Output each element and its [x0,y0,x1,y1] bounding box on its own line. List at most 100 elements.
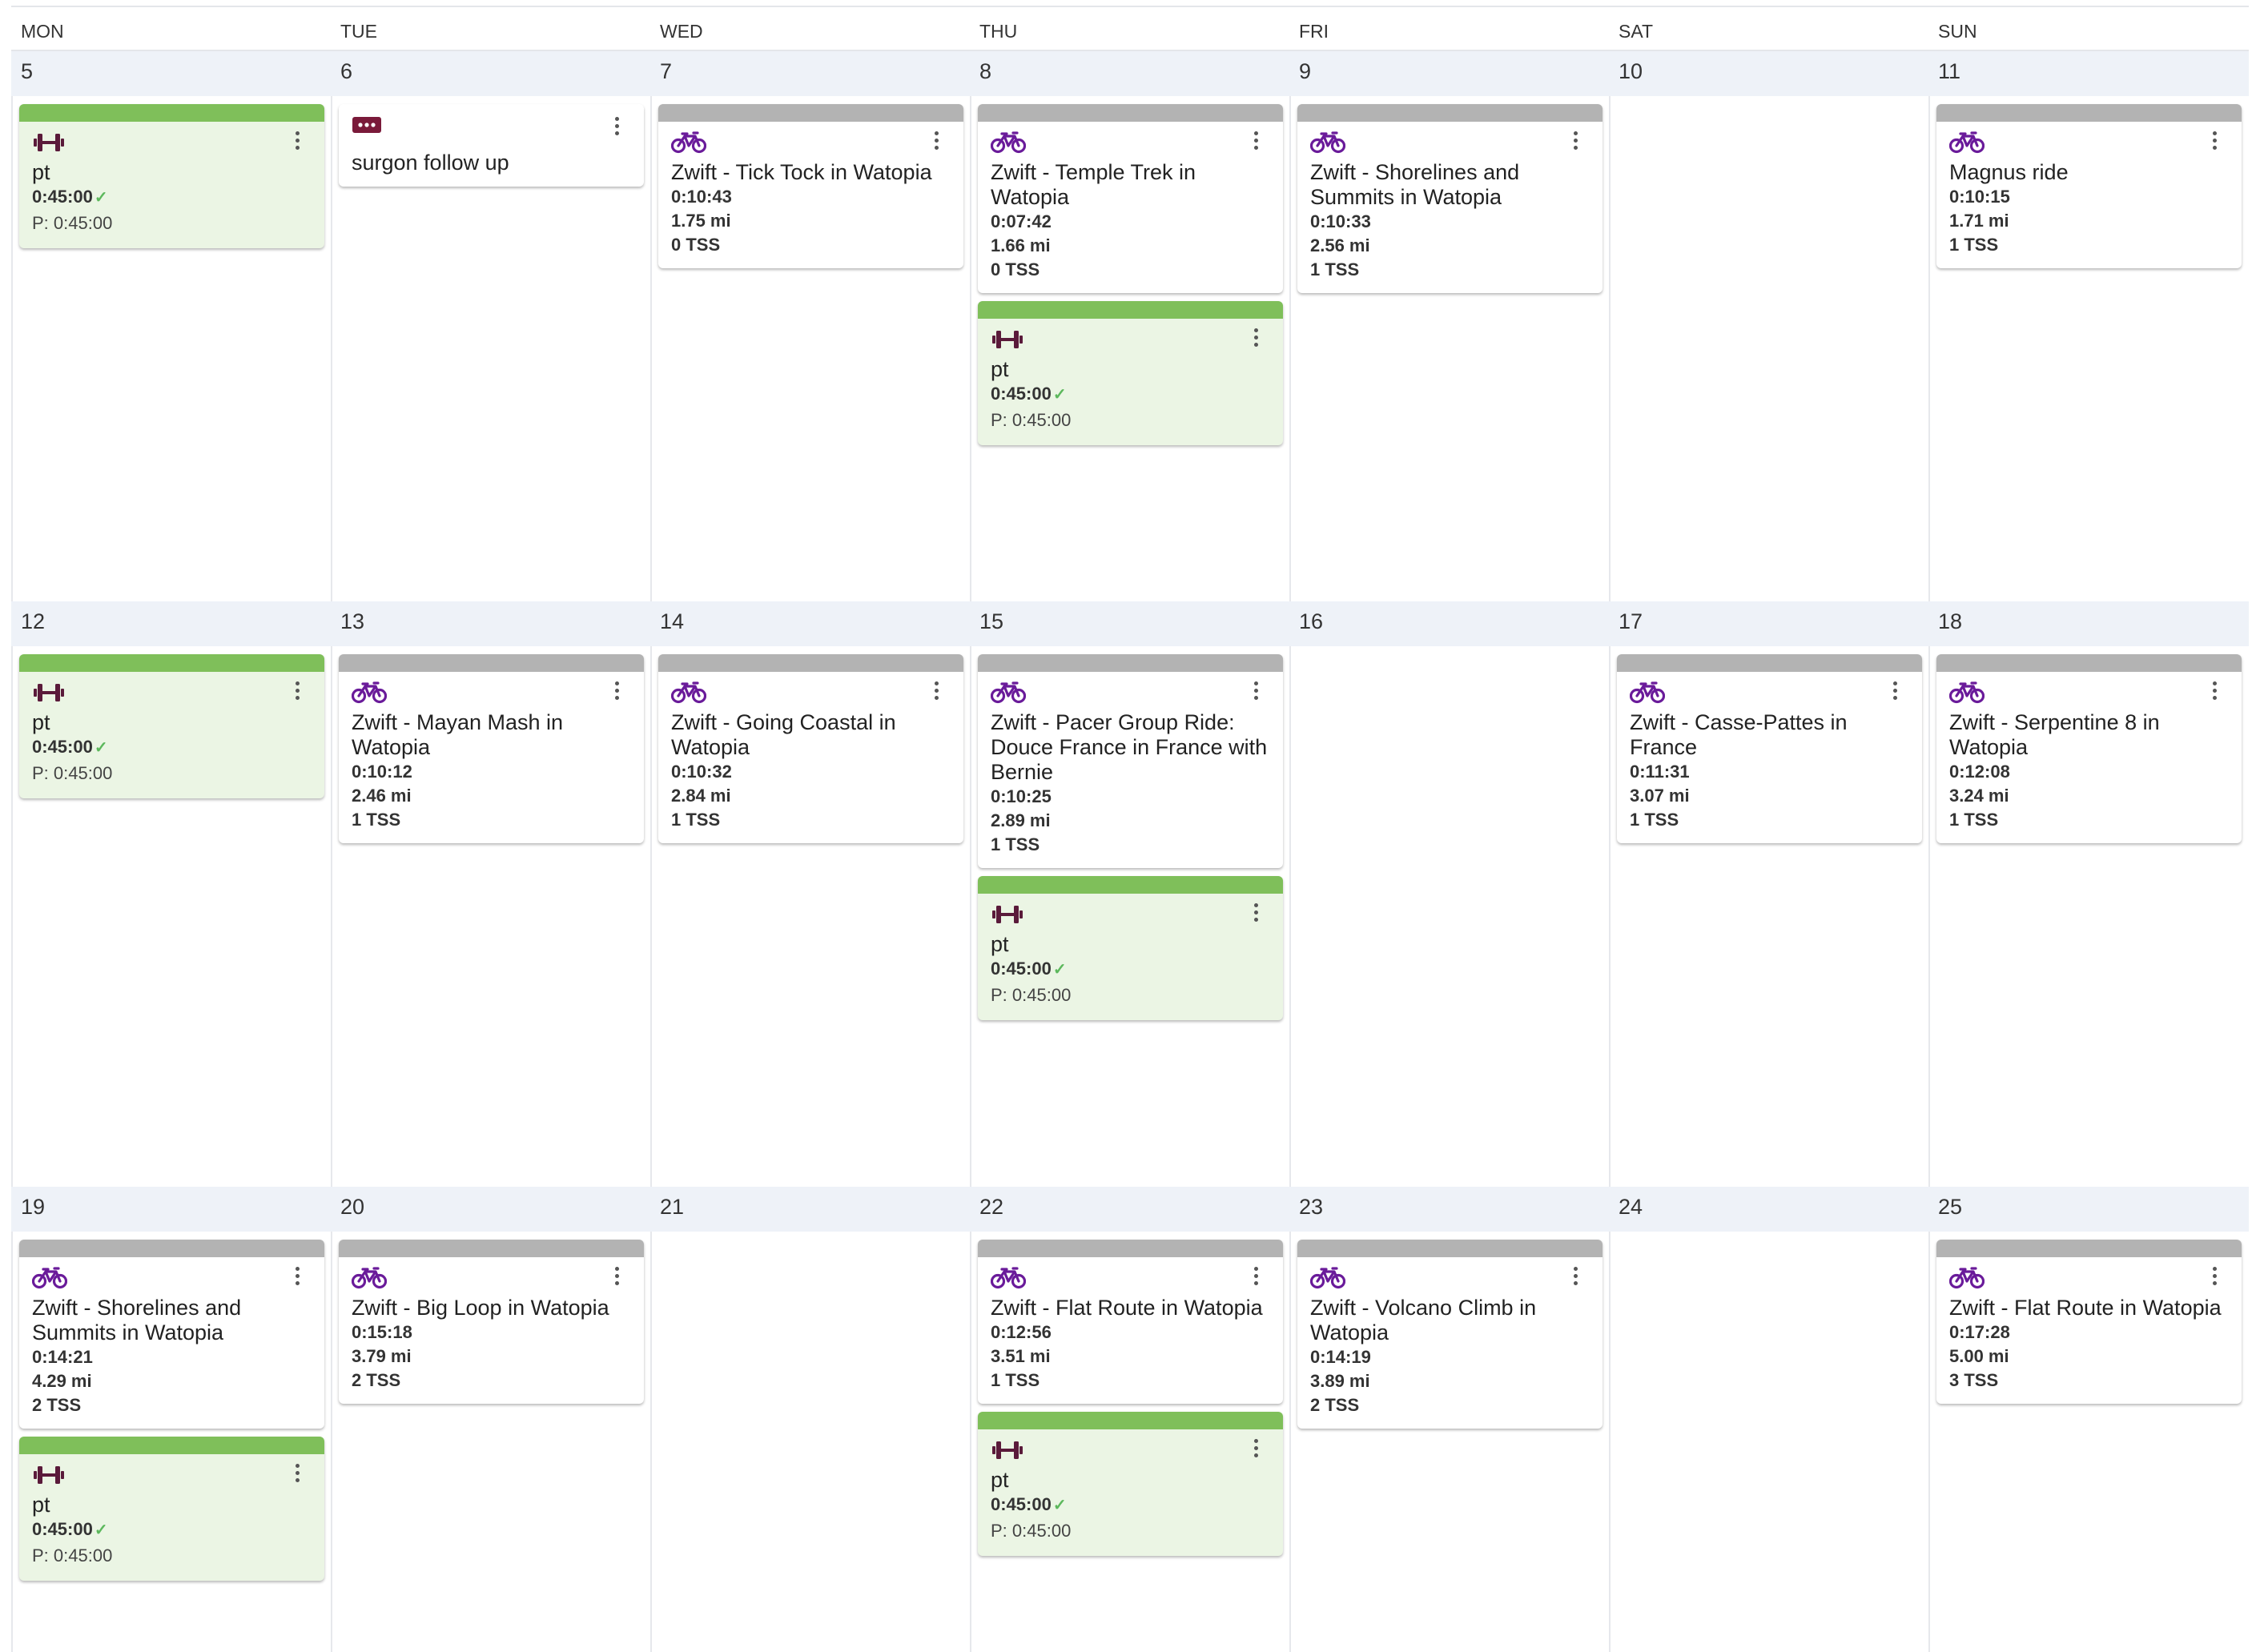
card-content: pt 0:45:00 ✓ P: 0:45:00 [19,122,324,248]
day-cell[interactable]: Zwift - Casse-Pattes in France 0:11:31 3.0… [1609,646,1928,1187]
day-cell[interactable]: Zwift - Mayan Mash in Watopia 0:10:12 2.46… [331,646,650,1187]
day-cell[interactable]: Zwift - Serpentine 8 in Watopia 0:12:08 3.… [1928,646,2248,1187]
day-cell[interactable]: Zwift - Shorelines and Summits in Watopi… [11,1232,331,1652]
workout-title: Zwift - Shorelines and Summits in Watopi… [1310,160,1520,209]
planned-duration: P: 0:45:00 [991,1521,1072,1541]
more-menu-icon[interactable] [1574,131,1578,152]
tss: 2 TSS [1310,1395,1360,1415]
day-cell[interactable]: Zwift - Volcano Climb in Watopia 0:14:19 3… [1289,1232,1609,1652]
more-menu-icon[interactable] [2213,681,2218,702]
duration: 0:10:25 [991,786,1052,806]
day-number: 5 [21,59,34,83]
note-card[interactable]: surgon follow up [339,104,644,187]
day-cell[interactable] [1609,96,1928,601]
day-number: 22 [979,1195,1004,1219]
day-cell[interactable]: Magnus ride 0:10:15 1.71 mi 1 TSS [1928,96,2248,601]
more-menu-icon[interactable] [1254,1267,1259,1288]
more-menu-icon[interactable] [615,1267,620,1288]
dumbbell-icon [32,131,312,155]
distance: 2.89 mi [991,810,1051,830]
day-cell[interactable]: Zwift - Tick Tock in Watopia 0:10:43 1.75 … [650,96,970,601]
workout-card[interactable]: Zwift - Flat Route in Watopia 0:12:56 3.51… [978,1240,1283,1404]
more-menu-icon[interactable] [615,117,620,138]
day-cell[interactable]: Zwift - Flat Route in Watopia 0:17:28 5.00… [1928,1232,2248,1652]
strength-card[interactable]: pt 0:45:00 ✓ P: 0:45:00 [19,1437,324,1581]
card-content: Zwift - Temple Trek in Watopia 0:07:42 1.6… [978,122,1283,293]
bike-icon [990,131,1270,155]
dumbbell-icon [991,1439,1270,1463]
strength-card[interactable]: pt 0:45:00 ✓ P: 0:45:00 [19,654,324,798]
day-cell[interactable] [1289,646,1609,1187]
day-cell[interactable]: Zwift - Pacer Group Ride: Douce France i… [970,646,1289,1187]
tss: 1 TSS [1630,810,1679,830]
distance: 4.29 mi [32,1371,92,1391]
day-cell[interactable]: Zwift - Shorelines and Summits in Watopi… [1289,96,1609,601]
day-cell[interactable]: Zwift - Going Coastal in Watopia 0:10:32 2… [650,646,970,1187]
more-menu-icon[interactable] [1893,681,1898,702]
strength-card[interactable]: pt 0:45:00 ✓ P: 0:45:00 [978,301,1283,445]
more-menu-icon[interactable] [2213,1267,2218,1288]
workout-card[interactable]: Zwift - Casse-Pattes in France 0:11:31 3.0… [1617,654,1922,843]
status-bar [19,654,324,672]
tss: 1 TSS [991,834,1040,854]
duration: 0:45:00 [32,737,93,757]
more-menu-icon[interactable] [296,131,300,152]
check-icon: ✓ [94,1521,108,1539]
day-cell[interactable]: surgon follow up [331,96,650,601]
duration: 0:45:00 [991,959,1052,979]
strength-card[interactable]: pt 0:45:00 ✓ P: 0:45:00 [978,876,1283,1020]
day-cell[interactable]: pt 0:45:00 ✓ P: 0:45:00 [11,646,331,1187]
workout-card[interactable]: Zwift - Mayan Mash in Watopia 0:10:12 2.46… [339,654,644,843]
more-menu-icon[interactable] [1254,1439,1259,1460]
more-menu-icon[interactable] [935,681,939,702]
distance: 3.24 mi [1949,786,2009,806]
workout-title: Zwift - Flat Route in Watopia [1949,1296,2222,1320]
workout-card[interactable]: Magnus ride 0:10:15 1.71 mi 1 TSS [1936,104,2242,268]
more-menu-icon[interactable] [935,131,939,152]
workout-title: Zwift - Shorelines and Summits in Watopi… [32,1296,242,1345]
day-cell[interactable] [650,1232,970,1652]
tss: 2 TSS [352,1370,401,1390]
workout-card[interactable]: Zwift - Big Loop in Watopia 0:15:18 3.79 m… [339,1240,644,1404]
strength-card[interactable]: pt 0:45:00 ✓ P: 0:45:00 [978,1412,1283,1556]
more-menu-icon[interactable] [615,681,620,702]
workout-card[interactable]: Zwift - Shorelines and Summits in Watopi… [1297,104,1603,293]
workout-card[interactable]: Zwift - Pacer Group Ride: Douce France i… [978,654,1283,868]
bike-icon [1948,131,2229,155]
workout-card[interactable]: Zwift - Going Coastal in Watopia 0:10:32 2… [658,654,963,843]
status-bar [1936,654,2242,672]
weekday-label: MON [21,21,64,42]
more-menu-icon[interactable] [1254,681,1259,702]
day-cell[interactable]: Zwift - Flat Route in Watopia 0:12:56 3.51… [970,1232,1289,1652]
more-menu-icon[interactable] [296,1267,300,1288]
weekday-label: WED [660,21,703,42]
duration: 0:11:31 [1630,762,1690,782]
more-menu-icon[interactable] [1254,131,1259,152]
workout-card[interactable]: Zwift - Volcano Climb in Watopia 0:14:19 3… [1297,1240,1603,1429]
workout-card[interactable]: Zwift - Tick Tock in Watopia 0:10:43 1.75 … [658,104,963,268]
workout-card[interactable]: Zwift - Flat Route in Watopia 0:17:28 5.00… [1936,1240,2242,1404]
card-content: Zwift - Casse-Pattes in France 0:11:31 3.0… [1617,672,1922,843]
day-number: 20 [340,1195,365,1219]
card-content: Zwift - Shorelines and Summits in Watopi… [1297,122,1603,293]
planned-duration: P: 0:45:00 [32,763,113,783]
day-cell[interactable]: pt 0:45:00 ✓ P: 0:45:00 [11,96,331,601]
workout-card[interactable]: Zwift - Serpentine 8 in Watopia 0:12:08 3.… [1936,654,2242,843]
duration: 0:10:12 [352,762,412,782]
more-menu-icon[interactable] [1254,328,1259,349]
more-menu-icon[interactable] [296,1464,300,1485]
more-menu-icon[interactable] [1254,903,1259,924]
bike-icon [1629,681,1909,705]
strength-card[interactable]: pt 0:45:00 ✓ P: 0:45:00 [19,104,324,248]
day-cell[interactable]: Zwift - Temple Trek in Watopia 0:07:42 1.6… [970,96,1289,601]
workout-card[interactable]: Zwift - Temple Trek in Watopia 0:07:42 1.6… [978,104,1283,293]
day-cell[interactable]: Zwift - Big Loop in Watopia 0:15:18 3.79 m… [331,1232,650,1652]
day-cell[interactable] [1609,1232,1928,1652]
more-menu-icon[interactable] [1574,1267,1578,1288]
workout-card[interactable]: Zwift - Shorelines and Summits in Watopi… [19,1240,324,1429]
day-number: 16 [1299,609,1324,633]
day-number: 6 [340,59,353,83]
more-menu-icon[interactable] [296,681,300,702]
workout-title: Zwift - Mayan Mash in Watopia [352,710,564,759]
more-menu-icon[interactable] [2213,131,2218,152]
